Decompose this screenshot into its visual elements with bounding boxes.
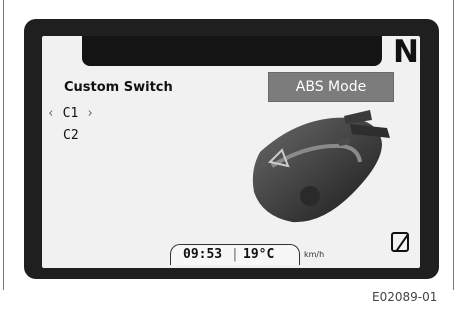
frame-line-left: [3, 0, 4, 290]
option-label: C1: [62, 106, 79, 121]
gear-indicator: N: [393, 34, 419, 70]
speed-unit: km/h: [304, 250, 325, 259]
abs-mode-button[interactable]: ABS Mode: [268, 72, 394, 102]
status-separator: |: [231, 247, 239, 262]
option-c1[interactable]: ‹ C1 ›: [47, 106, 94, 121]
option-label: C2: [63, 128, 79, 143]
temperature: 19°C: [243, 247, 275, 262]
chevron-left-icon: ‹: [47, 106, 55, 121]
handlebar-switch-image: [252, 110, 390, 223]
top-black-band: [82, 36, 382, 66]
clock: 09:53: [183, 247, 223, 262]
figure-caption: E02089-01: [372, 290, 438, 304]
frame-line-right: [453, 0, 454, 290]
status-bar: 09:53 | 19°C: [170, 244, 300, 265]
option-c2[interactable]: C2: [63, 128, 79, 143]
chevron-right-icon: ›: [86, 106, 94, 121]
menu-title: Custom Switch: [64, 80, 173, 95]
